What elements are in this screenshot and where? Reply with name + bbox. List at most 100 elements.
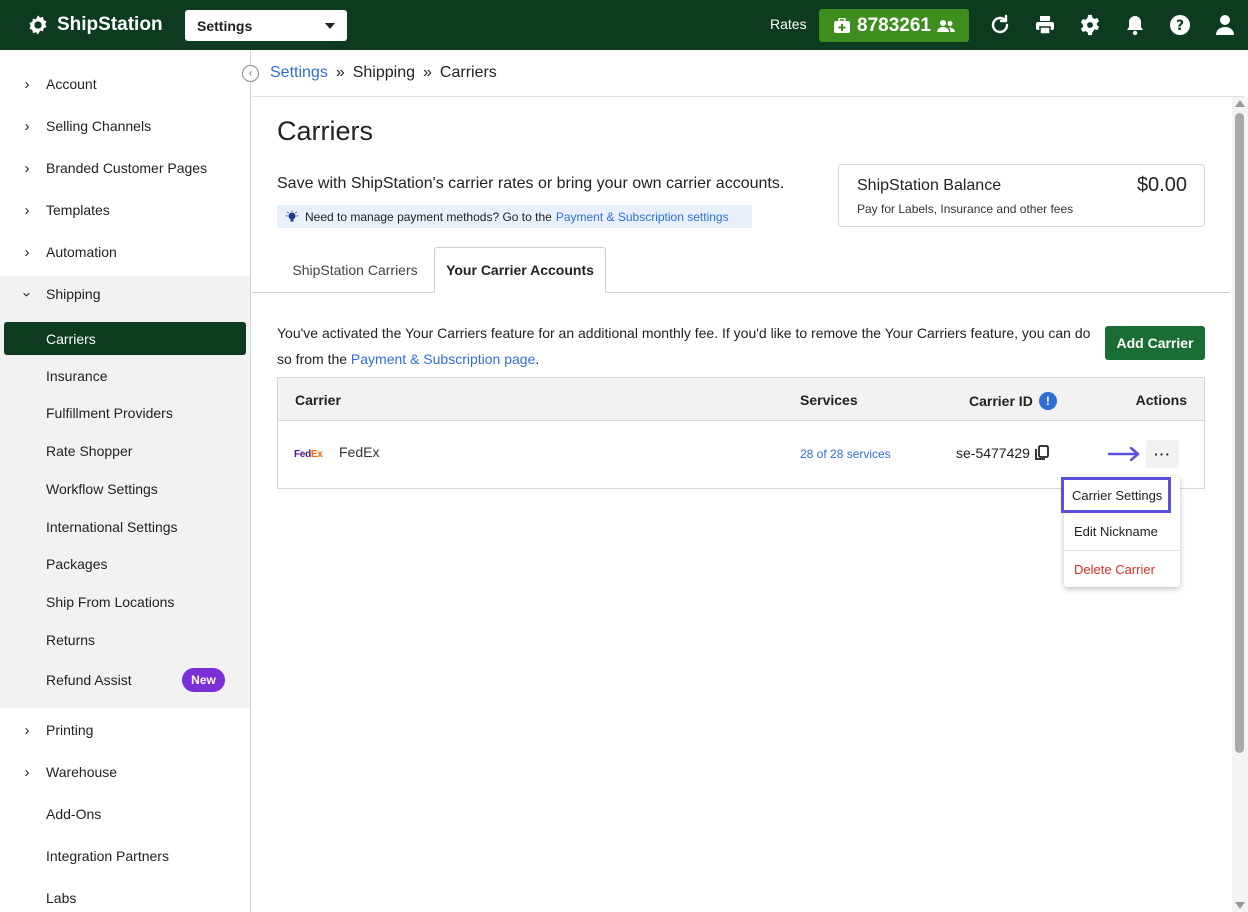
- tab-shipstation-carriers[interactable]: ShipStation Carriers: [277, 247, 433, 293]
- sidebar-item-shipping[interactable]: › Shipping: [0, 273, 250, 315]
- actions-dropdown-menu: Carrier Settings Edit Nickname Delete Ca…: [1061, 476, 1180, 587]
- menu-item-edit-nickname[interactable]: Edit Nickname: [1064, 513, 1180, 550]
- sidebar-item-label: Add-Ons: [46, 806, 102, 822]
- sidebar-item-label: Shipping: [46, 286, 101, 302]
- header-actions: Actions: [1135, 392, 1187, 408]
- menu-item-carrier-settings[interactable]: Carrier Settings: [1061, 477, 1171, 513]
- tabs-divider: [252, 292, 1230, 293]
- sidebar-subitem-ship-from-locations[interactable]: Ship From Locations: [0, 584, 250, 620]
- breadcrumb-current: Carriers: [439, 64, 497, 81]
- brand-logo[interactable]: ShipStation: [27, 14, 163, 36]
- sidebar-item-label: Printing: [46, 722, 94, 738]
- sidebar-item-selling-channels[interactable]: › Selling Channels: [0, 105, 250, 147]
- bell-icon[interactable]: [1123, 12, 1147, 38]
- sidebar: › Account › Selling Channels › Branded C…: [0, 50, 251, 912]
- table-header: Carrier Services Carrier ID ! Actions: [278, 378, 1204, 421]
- sidebar-subitem-insurance[interactable]: Insurance: [0, 358, 250, 394]
- feature-notice-end: .: [535, 351, 540, 367]
- sidebar-item-account[interactable]: › Account: [0, 63, 250, 105]
- sidebar-subitem-international-settings[interactable]: International Settings: [0, 509, 250, 545]
- carrier-name: FedEx: [339, 444, 380, 460]
- chevron-right-icon: ›: [24, 75, 30, 93]
- sidebar-subitem-refund-assist[interactable]: Refund Assist New: [0, 662, 250, 698]
- sidebar-item-warehouse[interactable]: › Warehouse: [0, 751, 250, 793]
- sidebar-subitem-returns[interactable]: Returns: [0, 622, 250, 658]
- notice-text: Need to manage payment methods? Go to th…: [305, 209, 552, 224]
- header-carrier: Carrier: [295, 392, 341, 408]
- sidebar-item-label: Selling Channels: [46, 118, 152, 134]
- collapse-sidebar-button[interactable]: ‹: [242, 65, 259, 82]
- scrollbar[interactable]: [1232, 97, 1248, 912]
- chevron-right-icon: ›: [24, 159, 30, 177]
- balance-card: ShipStation Balance Pay for Labels, Insu…: [838, 164, 1205, 227]
- add-carrier-button[interactable]: Add Carrier: [1105, 326, 1205, 360]
- new-badge: New: [182, 668, 225, 692]
- sidebar-item-add-ons[interactable]: Add-Ons: [0, 793, 250, 835]
- scroll-down-icon[interactable]: [1235, 902, 1245, 909]
- sidebar-item-label: Integration Partners: [46, 848, 169, 864]
- sidebar-item-labs[interactable]: Labs: [0, 877, 250, 912]
- fedex-logo-icon: FedEx: [294, 449, 323, 460]
- user-icon[interactable]: [1213, 12, 1237, 38]
- carrier-id: se-5477429: [956, 444, 1051, 462]
- sidebar-item-label: Labs: [46, 890, 77, 906]
- header-carrier-id-label: Carrier ID: [969, 393, 1033, 409]
- sidebar-subitem-packages[interactable]: Packages: [0, 546, 250, 582]
- gear-icon[interactable]: [1078, 12, 1102, 38]
- chevron-right-icon: ›: [24, 201, 30, 219]
- breadcrumb-shipping: Shipping: [352, 64, 415, 81]
- chevron-down-icon: ›: [18, 291, 36, 297]
- scroll-thumb[interactable]: [1235, 113, 1244, 753]
- top-bar: ShipStation Settings Rates 8783261 ?: [0, 0, 1248, 50]
- sidebar-subitem-fulfillment-providers[interactable]: Fulfillment Providers: [0, 395, 250, 431]
- sidebar-item-label: Account: [46, 76, 97, 92]
- caret-down-icon: [325, 22, 335, 29]
- brand-name: ShipStation: [57, 14, 163, 35]
- sidebar-item-automation[interactable]: › Automation: [0, 231, 250, 273]
- balance-subtitle: Pay for Labels, Insurance and other fees: [857, 202, 1074, 216]
- help-icon[interactable]: ?: [1168, 12, 1192, 38]
- sidebar-subitem-workflow-settings[interactable]: Workflow Settings: [0, 471, 250, 507]
- actions-menu-button[interactable]: ···: [1146, 440, 1179, 468]
- payment-settings-link[interactable]: Payment & Subscription settings: [556, 210, 729, 224]
- sidebar-item-branded-customer-pages[interactable]: › Branded Customer Pages: [0, 147, 250, 189]
- sidebar-item-label: Warehouse: [46, 764, 118, 780]
- chevron-right-icon: ›: [24, 243, 30, 261]
- chevron-right-icon: ›: [24, 117, 30, 135]
- rates-value: 8783261: [857, 14, 931, 36]
- balance-title: ShipStation Balance: [857, 177, 1002, 194]
- menu-item-delete-carrier[interactable]: Delete Carrier: [1064, 550, 1180, 587]
- sidebar-item-integration-partners[interactable]: Integration Partners: [0, 835, 250, 877]
- sidebar-subitem-carriers[interactable]: Carriers: [4, 322, 246, 355]
- lightbulb-icon: [286, 210, 298, 221]
- page-title: Carriers: [277, 116, 374, 146]
- sidebar-item-templates[interactable]: › Templates: [0, 189, 250, 231]
- sidebar-item-printing[interactable]: › Printing: [0, 709, 250, 751]
- rates-label: Rates: [770, 16, 807, 32]
- payment-notice: Need to manage payment methods? Go to th…: [277, 205, 752, 228]
- carriers-table: Carrier Services Carrier ID ! Actions Fe…: [277, 377, 1205, 489]
- feature-notice: You've activated the Your Carriers featu…: [277, 320, 1107, 372]
- printer-icon[interactable]: [1033, 12, 1057, 38]
- copy-icon[interactable]: [1033, 444, 1051, 462]
- scroll-up-icon[interactable]: [1235, 100, 1245, 107]
- info-icon[interactable]: !: [1038, 392, 1057, 410]
- top-icons: ?: [978, 12, 1248, 38]
- sidebar-item-label: Automation: [46, 244, 117, 260]
- tab-your-carrier-accounts[interactable]: Your Carrier Accounts: [434, 247, 606, 293]
- medkit-icon: [834, 17, 851, 33]
- sidebar-subitem-label: Refund Assist: [46, 672, 132, 688]
- arrow-right-icon: [1108, 447, 1140, 461]
- balance-amount: $0.00: [1136, 174, 1187, 196]
- payment-subscription-link[interactable]: Payment & Subscription page: [351, 351, 535, 367]
- sidebar-item-label: Templates: [46, 202, 110, 218]
- rates-badge[interactable]: 8783261: [819, 9, 969, 42]
- sidebar-subitem-rate-shopper[interactable]: Rate Shopper: [0, 433, 250, 469]
- carrier-id-value: se-5477429: [956, 445, 1030, 461]
- settings-dropdown[interactable]: Settings: [185, 10, 347, 41]
- services-link[interactable]: 28 of 28 services: [800, 447, 891, 461]
- breadcrumb-separator: »: [335, 64, 345, 81]
- refresh-icon[interactable]: [988, 12, 1012, 38]
- breadcrumb-settings-link[interactable]: Settings: [270, 64, 328, 82]
- breadcrumb-separator: »: [423, 64, 432, 81]
